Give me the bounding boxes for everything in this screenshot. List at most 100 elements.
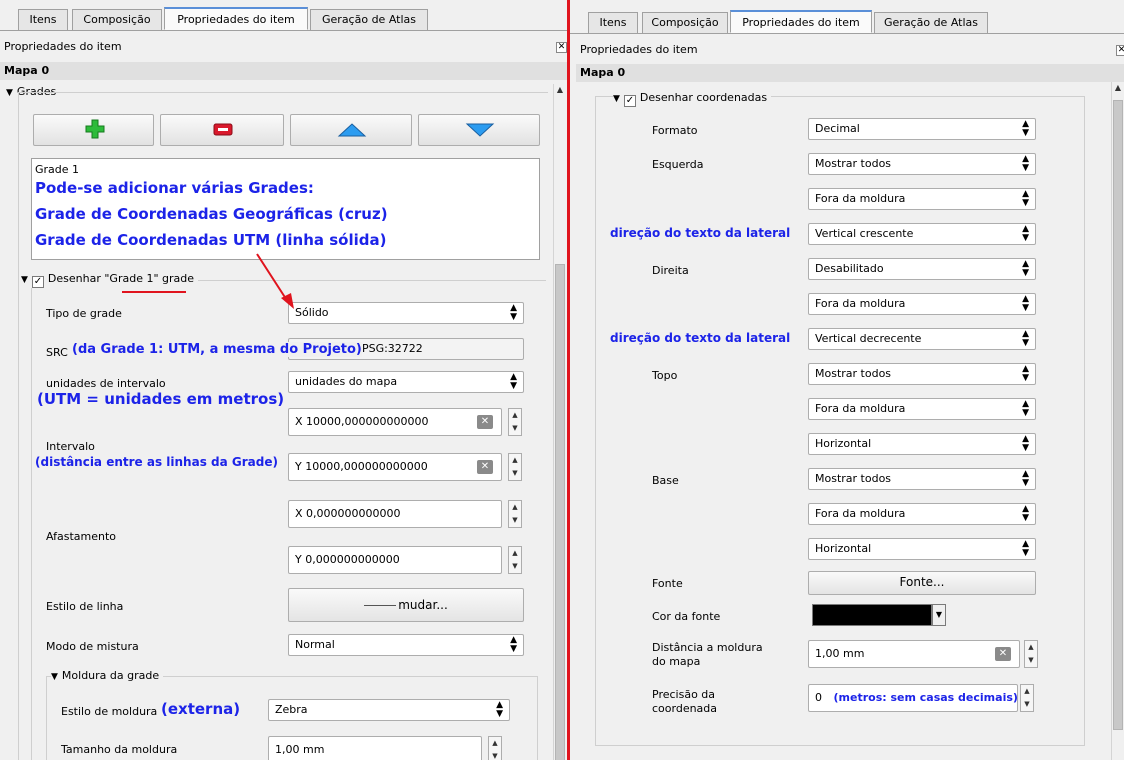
offset-y-value: Y 0,000000000000 [295, 553, 400, 566]
tab-item-properties[interactable]: Propriedades do item [730, 10, 872, 33]
bottom-direction-value: Horizontal [815, 542, 872, 555]
spin-down-icon[interactable]: ▼ [509, 422, 521, 435]
draw-grid-name: "Grade 1" [104, 272, 159, 285]
tab-itens[interactable]: Itens [588, 12, 638, 34]
font-color-button[interactable] [812, 604, 932, 626]
scroll-thumb[interactable] [555, 264, 565, 760]
left-direction-select[interactable]: Vertical crescente ▲ ▼ [808, 223, 1036, 245]
format-select[interactable]: Decimal ▲ ▼ [808, 118, 1036, 140]
line-style-button[interactable]: mudar... [288, 588, 524, 622]
interval-units-value: unidades do mapa [295, 375, 398, 388]
font-color-dropdown-icon[interactable]: ▼ [932, 604, 946, 626]
offset-y-spinner[interactable]: ▲ ▼ [508, 546, 522, 574]
left-direction-value: Vertical crescente [815, 227, 914, 240]
spin-down-icon[interactable]: ▼ [1025, 654, 1037, 667]
right-position-select[interactable]: Fora da moldura ▲ ▼ [808, 293, 1036, 315]
right-direction-select[interactable]: Vertical decrecente ▲ ▼ [808, 328, 1036, 350]
precision-field[interactable]: 0 (metros: sem casas decimais) [808, 684, 1018, 712]
spin-down-icon[interactable]: ▼ [509, 514, 521, 527]
move-grid-down-button[interactable] [418, 114, 540, 146]
left-show-value: Mostrar todos [815, 157, 892, 170]
precision-label-line2: coordenada [652, 702, 718, 715]
spin-up-icon[interactable]: ▲ [509, 501, 521, 514]
right-show-select[interactable]: Desabilitado ▲ ▼ [808, 258, 1036, 280]
scroll-up-icon[interactable]: ▲ [554, 84, 566, 96]
collapse-triangle-icon: ▼ [51, 672, 58, 682]
offset-y-field[interactable]: Y 0,000000000000 [288, 546, 502, 574]
add-grid-button[interactable] [33, 114, 154, 146]
remove-grid-button[interactable] [160, 114, 284, 146]
top-direction-select[interactable]: Horizontal ▲ ▼ [808, 433, 1036, 455]
scroll-thumb[interactable] [1113, 100, 1123, 730]
annotation-arrow [256, 253, 294, 309]
frame-size-field[interactable]: 1,00 mm [268, 736, 482, 760]
clear-icon[interactable]: ✕ [477, 415, 493, 429]
precision-spinner[interactable]: ▲ ▼ [1020, 684, 1034, 712]
right-direction-value: Vertical decrecente [815, 332, 922, 345]
updown-icon: ▲ ▼ [1022, 399, 1029, 418]
close-icon[interactable]: ✕ [1116, 45, 1124, 56]
src-annotation: (da Grade 1: UTM, a mesma do Projeto) [72, 342, 362, 357]
spin-up-icon[interactable]: ▲ [489, 737, 501, 750]
interval-y-spinner[interactable]: ▲ ▼ [508, 453, 522, 481]
interval-units-select[interactable]: unidades do mapa ▲ ▼ [288, 371, 524, 393]
spin-up-icon[interactable]: ▲ [1021, 685, 1033, 698]
spin-down-icon[interactable]: ▼ [489, 750, 501, 760]
distance-field[interactable]: 1,00 mm ✕ [808, 640, 1020, 668]
frame-size-spinner[interactable]: ▲ ▼ [488, 736, 502, 760]
spin-down-icon[interactable]: ▼ [509, 560, 521, 573]
blend-select[interactable]: Normal ▲ ▼ [288, 634, 524, 656]
grid-type-select[interactable]: Sólido ▲ ▼ [288, 302, 524, 324]
draw-coords-header[interactable]: ▼ ✓ Desenhar coordenadas [613, 91, 772, 107]
interval-x-spinner[interactable]: ▲ ▼ [508, 408, 522, 436]
spin-up-icon[interactable]: ▲ [1025, 641, 1037, 654]
font-label: Fonte [652, 577, 683, 590]
close-icon[interactable]: ✕ [556, 42, 567, 53]
tab-atlas[interactable]: Geração de Atlas [310, 9, 428, 31]
blend-value: Normal [295, 638, 335, 651]
font-button[interactable]: Fonte... [808, 571, 1036, 595]
frame-style-select[interactable]: Zebra ▲ ▼ [268, 699, 510, 721]
top-show-select[interactable]: Mostrar todos ▲ ▼ [808, 363, 1036, 385]
spin-up-icon[interactable]: ▲ [509, 547, 521, 560]
right-scrollbar[interactable]: ▲ [1111, 82, 1124, 760]
draw-coords-checkbox[interactable]: ✓ [623, 95, 636, 107]
grid-type-label: Tipo de grade [46, 307, 122, 320]
left-show-select[interactable]: Mostrar todos ▲ ▼ [808, 153, 1036, 175]
frame-style-annotation: (externa) [161, 700, 241, 718]
tab-itens[interactable]: Itens [18, 9, 68, 31]
spin-up-icon[interactable]: ▲ [509, 454, 521, 467]
grid-list[interactable]: Grade 1 Pode-se adicionar várias Grades:… [31, 158, 540, 260]
spin-down-icon[interactable]: ▼ [509, 467, 521, 480]
bottom-direction-select[interactable]: Horizontal ▲ ▼ [808, 538, 1036, 560]
bottom-show-select[interactable]: Mostrar todos ▲ ▼ [808, 468, 1036, 490]
draw-grid-header[interactable]: ▼ ✓ Desenhar "Grade 1" grade [21, 272, 199, 288]
spin-up-icon[interactable]: ▲ [509, 409, 521, 422]
left-position-select[interactable]: Fora da moldura ▲ ▼ [808, 188, 1036, 210]
tab-composicao[interactable]: Composição [72, 9, 162, 31]
frame-group-header[interactable]: ▼ Moldura da grade [51, 669, 164, 682]
offset-x-spinner[interactable]: ▲ ▼ [508, 500, 522, 528]
left-scrollbar[interactable]: ▲ [553, 84, 566, 760]
tab-atlas[interactable]: Geração de Atlas [874, 12, 988, 34]
clear-icon[interactable]: ✕ [995, 647, 1011, 661]
clear-icon[interactable]: ✕ [477, 460, 493, 474]
offset-x-field[interactable]: X 0,000000000000 [288, 500, 502, 528]
interval-y-field[interactable]: Y 10000,000000000000 ✕ [288, 453, 502, 481]
draw-grid-checkbox[interactable]: ✓ [31, 276, 44, 288]
interval-y-value: Y 10000,000000000000 [295, 460, 428, 473]
bottom-position-select[interactable]: Fora da moldura ▲ ▼ [808, 503, 1036, 525]
interval-x-field[interactable]: X 10000,000000000000 ✕ [288, 408, 502, 436]
frame-style-value: Zebra [275, 703, 308, 716]
spin-down-icon[interactable]: ▼ [1021, 698, 1033, 711]
format-label: Formato [652, 124, 698, 137]
top-position-select[interactable]: Fora da moldura ▲ ▼ [808, 398, 1036, 420]
grid-list-item[interactable]: Grade 1 [35, 163, 79, 176]
top-show-value: Mostrar todos [815, 367, 892, 380]
tab-composicao[interactable]: Composição [642, 12, 728, 34]
scroll-up-icon[interactable]: ▲ [1112, 82, 1124, 94]
tab-item-properties[interactable]: Propriedades do item [164, 7, 308, 30]
distance-spinner[interactable]: ▲ ▼ [1024, 640, 1038, 668]
right-position-value: Fora da moldura [815, 297, 906, 310]
move-grid-up-button[interactable] [290, 114, 412, 146]
